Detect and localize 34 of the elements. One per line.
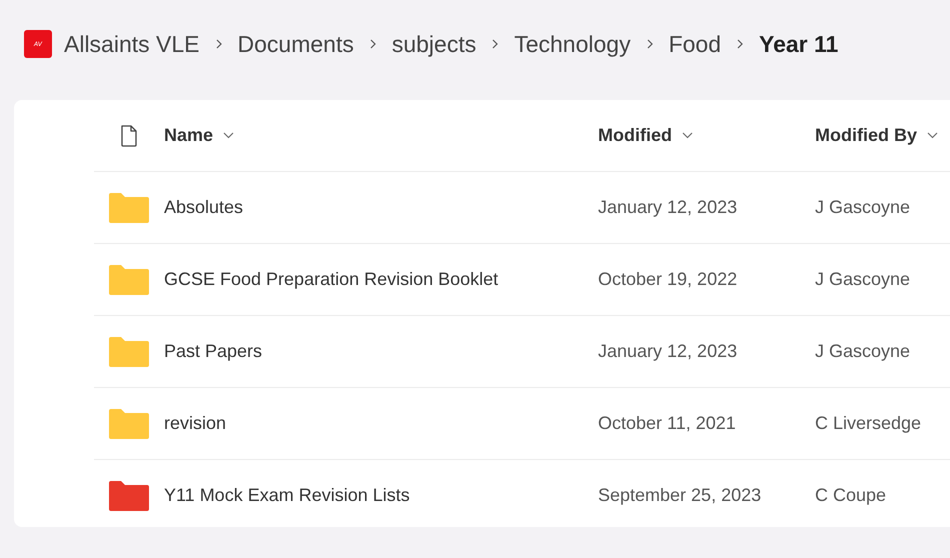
- modified-date: September 25, 2023: [598, 485, 762, 506]
- file-type-icon: [120, 124, 138, 146]
- breadcrumb-link[interactable]: Technology: [514, 30, 631, 58]
- breadcrumb-link[interactable]: subjects: [392, 30, 476, 58]
- modified-date: January 12, 2023: [598, 197, 738, 218]
- chevron-right-icon: [735, 39, 746, 49]
- folder-name-link[interactable]: Y11 Mock Exam Revision Lists: [164, 485, 598, 506]
- column-header[interactable]: Modified By: [815, 125, 938, 146]
- breadcrumb-link[interactable]: Allsaints VLE: [64, 30, 200, 58]
- modified-date: October 11, 2021: [598, 413, 737, 434]
- modified-by-name: J Gascoyne: [815, 197, 910, 218]
- chevron-down-icon: [682, 132, 693, 139]
- breadcrumb-link[interactable]: Food: [668, 30, 722, 58]
- folder-name-link[interactable]: revision: [164, 413, 598, 434]
- modified-by-name: C Coupe: [815, 485, 886, 506]
- chevron-right-icon: [214, 39, 224, 49]
- modified-date: January 12, 2023: [598, 341, 738, 362]
- chevron-right-icon: [368, 39, 378, 49]
- chevron-right-icon: [644, 39, 655, 49]
- chevron-down-icon: [223, 132, 234, 139]
- folder-name-link[interactable]: Past Papers: [164, 341, 598, 362]
- column-header[interactable]: Modified: [598, 125, 815, 146]
- folder-name-link[interactable]: GCSE Food Preparation Revision Booklet: [164, 269, 598, 290]
- chevron-down-icon: [927, 132, 938, 139]
- column-header[interactable]: Name: [164, 125, 598, 146]
- folder-icon[interactable]: [108, 480, 150, 512]
- modified-by-name: J Gascoyne: [815, 341, 910, 362]
- chevron-right-icon: [490, 39, 500, 49]
- modified-date: October 19, 2022: [598, 269, 738, 290]
- breadcrumb-link[interactable]: Documents: [238, 30, 354, 58]
- modified-by-name: C Liversedge: [815, 413, 922, 434]
- modified-by-name: J Gascoyne: [815, 269, 910, 290]
- breadcrumb-link[interactable]: Year 11: [759, 30, 838, 58]
- folder-name-link[interactable]: Absolutes: [164, 197, 598, 218]
